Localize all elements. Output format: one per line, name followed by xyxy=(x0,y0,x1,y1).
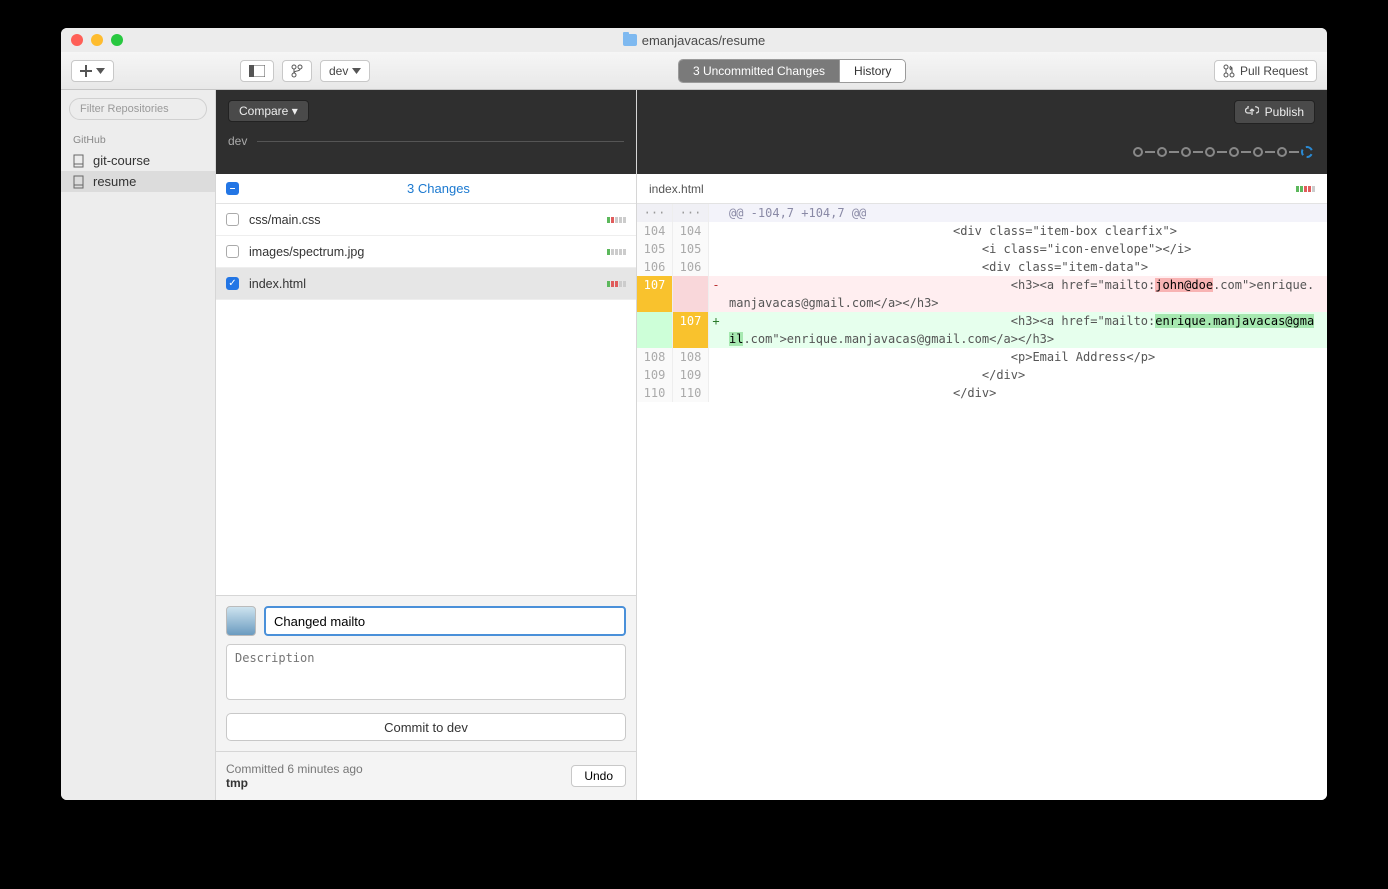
sidebar-item-git-course[interactable]: git-course xyxy=(61,150,215,171)
diff-body[interactable]: ······@@ -104,7 +104,7 @@104104 <div cla… xyxy=(637,204,1327,800)
file-row[interactable]: index.html xyxy=(216,268,636,300)
titlebar: emanjavacas/resume xyxy=(61,28,1327,52)
diff-stat-icon xyxy=(1296,186,1315,192)
window-title: emanjavacas/resume xyxy=(61,33,1327,48)
file-name: css/main.css xyxy=(249,213,597,227)
compare-button[interactable]: Compare ▾ xyxy=(228,100,309,122)
file-checkbox[interactable] xyxy=(226,245,239,258)
tab-changes[interactable]: 3 Uncommitted Changes xyxy=(679,60,839,82)
add-button[interactable] xyxy=(71,60,114,82)
body: Filter Repositories GitHub git-course re… xyxy=(61,90,1327,800)
publish-header: Publish xyxy=(637,90,1327,174)
changes-header: – 3 Changes xyxy=(216,174,636,204)
diff-column: Publish index.html xyxy=(637,90,1327,800)
avatar xyxy=(226,606,256,636)
folder-icon xyxy=(623,34,637,46)
title-text: emanjavacas/resume xyxy=(642,33,766,48)
commit-button[interactable]: Commit to dev xyxy=(226,713,626,741)
commit-footer: Committed 6 minutes agotmp Undo xyxy=(216,751,636,800)
pull-request-button[interactable]: Pull Request xyxy=(1214,60,1317,82)
sidebar-item-resume[interactable]: resume xyxy=(61,171,215,192)
toggle-sidebar-button[interactable] xyxy=(240,60,274,82)
repo-icon xyxy=(73,175,85,189)
last-commit-info: Committed 6 minutes agotmp xyxy=(226,762,363,790)
view-tabs: 3 Uncommitted Changes History xyxy=(678,59,906,83)
main-panel: Compare ▾ dev – 3 Changes css/main.css xyxy=(216,90,1327,800)
timeline-line xyxy=(257,141,624,142)
compare-header: Compare ▾ dev xyxy=(216,90,636,174)
commit-box: Commit to dev xyxy=(216,595,636,751)
file-row[interactable]: images/spectrum.jpg xyxy=(216,236,636,268)
timeline-branch-label: dev xyxy=(228,134,247,148)
file-name: index.html xyxy=(249,277,597,291)
sidebar-group-header: GitHub xyxy=(61,130,215,150)
compare-label: Compare xyxy=(239,104,288,118)
repo-icon xyxy=(73,154,85,168)
changes-count: 3 Changes xyxy=(251,181,626,196)
tab-history[interactable]: History xyxy=(839,60,905,82)
undo-button[interactable]: Undo xyxy=(571,765,626,787)
file-checkbox[interactable] xyxy=(226,277,239,290)
filter-repos-input[interactable]: Filter Repositories xyxy=(69,98,207,120)
sidebar-item-label: git-course xyxy=(93,153,150,168)
diff-stat-icon xyxy=(607,217,626,223)
file-name: images/spectrum.jpg xyxy=(249,245,597,259)
diff-file-name: index.html xyxy=(649,182,704,196)
commit-summary-input[interactable] xyxy=(264,606,626,636)
branch-name: dev xyxy=(329,64,348,78)
diff-stat-icon xyxy=(607,249,626,255)
changes-column: Compare ▾ dev – 3 Changes css/main.css xyxy=(216,90,637,800)
sidebar: Filter Repositories GitHub git-course re… xyxy=(61,90,216,800)
diff-file-header: index.html xyxy=(637,174,1327,204)
commit-description-input[interactable] xyxy=(226,644,626,700)
sidebar-item-label: resume xyxy=(93,174,136,189)
pr-label: Pull Request xyxy=(1240,64,1308,78)
branch-selector[interactable]: dev xyxy=(320,60,370,82)
branch-timeline: dev xyxy=(228,134,624,148)
app-window: emanjavacas/resume dev 3 Uncommitted Cha… xyxy=(61,28,1327,800)
file-row[interactable]: css/main.css xyxy=(216,204,636,236)
select-all-checkbox[interactable]: – xyxy=(226,182,239,195)
publish-button[interactable]: Publish xyxy=(1234,100,1315,124)
publish-label: Publish xyxy=(1265,105,1304,119)
commit-graph xyxy=(1133,146,1313,158)
file-checkbox[interactable] xyxy=(226,213,239,226)
file-list: css/main.css images/spectrum.jpg index.h… xyxy=(216,204,636,595)
diff-stat-icon xyxy=(607,281,626,287)
toolbar: dev 3 Uncommitted Changes History Pull R… xyxy=(61,52,1327,90)
branch-button[interactable] xyxy=(282,60,312,82)
cloud-upload-icon xyxy=(1245,106,1259,118)
